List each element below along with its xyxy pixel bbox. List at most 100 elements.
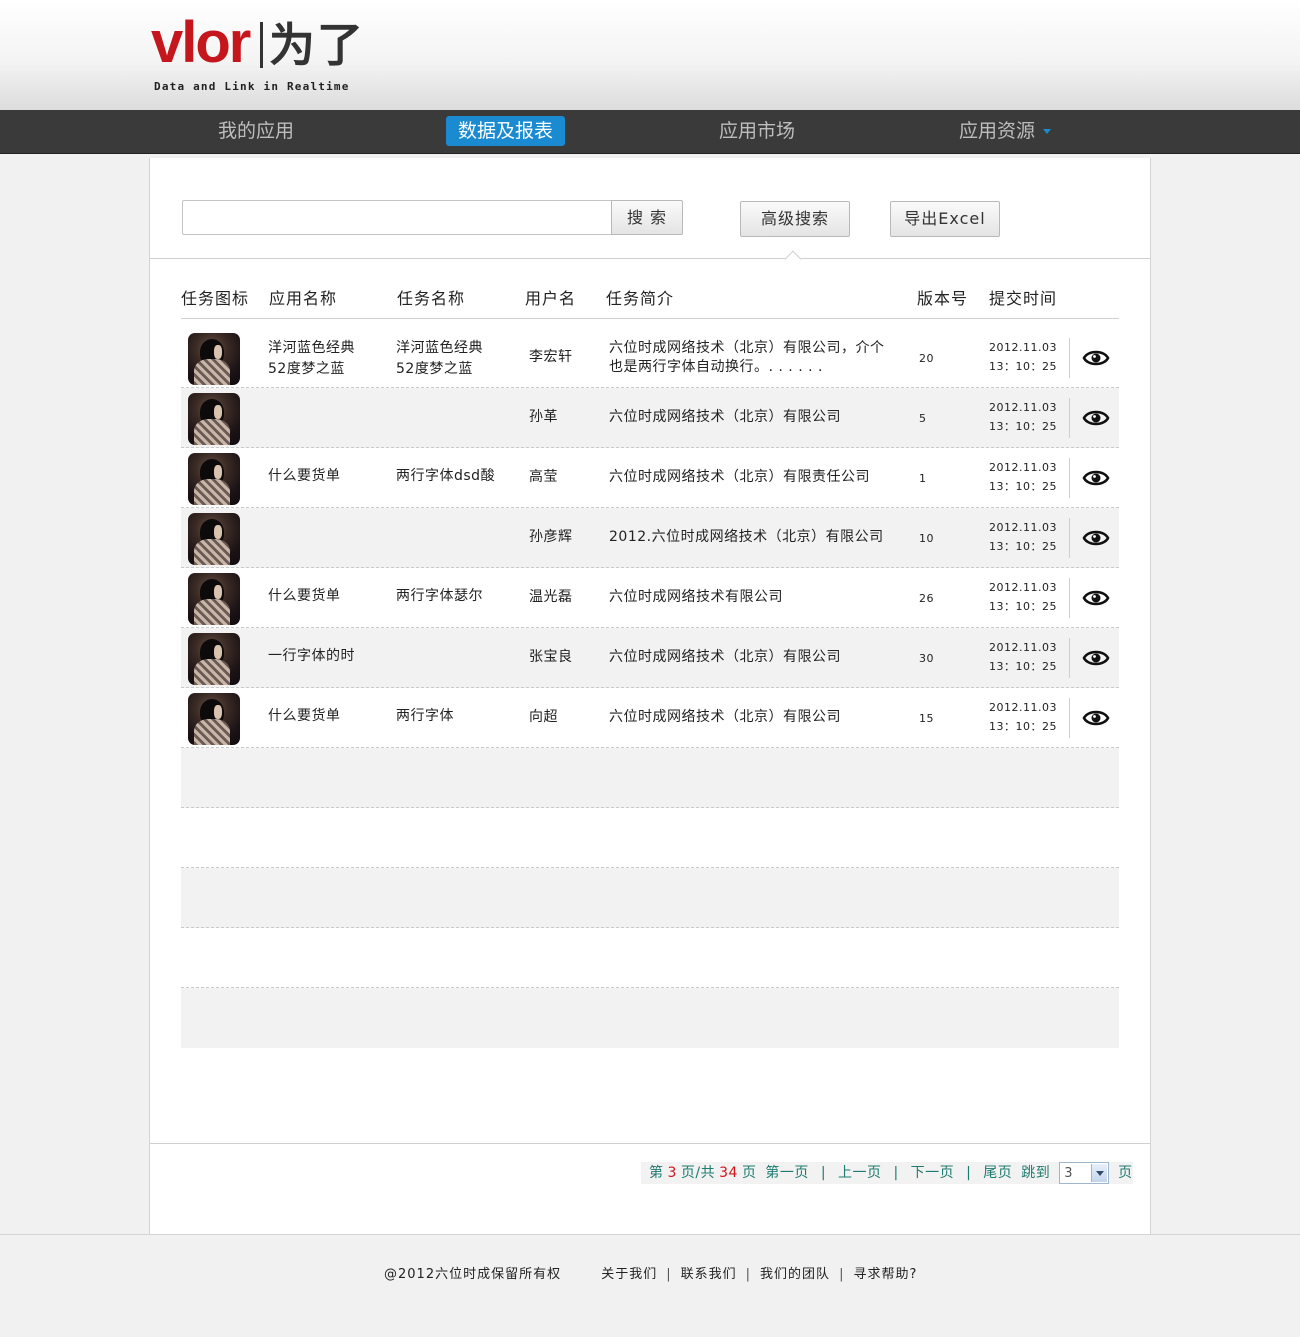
caret-down-icon [1043, 129, 1052, 134]
pager-current: 3 [667, 1165, 677, 1181]
pager-prev-link[interactable]: 上一页 [834, 1165, 886, 1181]
nav-data-reports[interactable]: 数据及报表 [446, 116, 566, 146]
pager-first-link[interactable]: 第一页 [761, 1165, 813, 1181]
app-name: 一行字体的时 [268, 648, 355, 664]
task-intro: 六位时成网络技术（北京）有限责任公司 [609, 469, 870, 485]
table-row[interactable]: 什么要货单 两行字体瑟尔 温光磊 六位时成网络技术有限公司 26 2012.11.03 13… [181, 568, 1119, 628]
username: 向超 [529, 709, 558, 725]
username: 孙彦辉 [529, 529, 573, 545]
task-intro: 六位时成网络技术（北京）有限公司 [609, 649, 841, 665]
username: 李宏轩 [529, 349, 573, 365]
task-name: 两行字体 [396, 708, 454, 724]
username: 高莹 [529, 469, 558, 485]
footer-separator: | [666, 1267, 672, 1282]
nav-label: 应用市场 [719, 120, 796, 142]
empty-table-row [181, 748, 1119, 808]
version-number: 5 [919, 412, 927, 425]
pager-next-link[interactable]: 下一页 [907, 1165, 959, 1181]
table-row[interactable]: 孙彦辉 2012.六位时成网络技术（北京）有限公司 10 2012.11.03 13：1… [181, 508, 1119, 568]
search-input[interactable] [182, 200, 612, 235]
task-thumbnail [188, 333, 240, 385]
task-name: 两行字体dsd酸 [396, 468, 496, 484]
nav-my-apps[interactable]: 我的应用 [218, 116, 294, 146]
table-row[interactable]: 什么要货单 两行字体 向超 六位时成网络技术（北京）有限公司 15 2012.11.03 1… [181, 688, 1119, 748]
row-divider [1069, 578, 1070, 618]
footer-link-help[interactable]: 寻求帮助? [844, 1267, 926, 1282]
pager-separator: | [966, 1165, 972, 1181]
username: 温光磊 [529, 589, 573, 605]
version-number: 20 [919, 352, 934, 365]
pager-jump-suffix: 页 [1118, 1165, 1133, 1181]
row-divider [1069, 518, 1070, 558]
search-button[interactable]: 搜 索 [611, 200, 683, 235]
table-body: 洋河蓝色经典 52度梦之蓝 洋河蓝色经典 52度梦之蓝 李宏轩 六位时成网络技术（北京）有… [181, 328, 1119, 1048]
col-task-name: 任务名称 [397, 289, 466, 308]
row-divider [1069, 338, 1070, 378]
pager-divider [150, 1143, 1150, 1144]
task-intro: 六位时成网络技术（北京）有限公司 [609, 709, 841, 725]
pagination: 第 3 页/共 34 页 第一页 | 上一页 | 下一页 | 尾页 跳到 3 页 [641, 1162, 1133, 1184]
version-number: 1 [919, 472, 927, 485]
table-row[interactable]: 洋河蓝色经典 52度梦之蓝 洋河蓝色经典 52度梦之蓝 李宏轩 六位时成网络技术（北京）有… [181, 328, 1119, 388]
logo-word: vlor [151, 10, 251, 75]
submit-time: 13：10：25 [989, 360, 1057, 373]
submit-time: 13：10：25 [989, 480, 1057, 493]
empty-table-row [181, 988, 1119, 1048]
version-number: 15 [919, 712, 934, 725]
pager-separator: | [820, 1165, 827, 1181]
app-name: 什么要货单 [268, 708, 341, 724]
footer-link-team[interactable]: 我们的团队 [751, 1267, 839, 1282]
logo[interactable]: vlor 为了 Data and Link in Realtime [151, 10, 366, 96]
eye-icon[interactable] [1082, 466, 1110, 490]
submit-date: 2012.11.03 [989, 461, 1057, 474]
task-intro: 2012.六位时成网络技术（北京）有限公司 [609, 529, 884, 545]
table-header: 任务图标 应用名称 任务名称 用户名 任务简介 版本号 提交时间 [181, 280, 1119, 319]
pager-last-link[interactable]: 尾页 [979, 1165, 1016, 1181]
pager-jump-label: 跳到 [1021, 1165, 1051, 1181]
eye-icon[interactable] [1082, 706, 1110, 730]
nav-app-market[interactable]: 应用市场 [719, 116, 795, 146]
row-divider [1069, 698, 1070, 738]
row-divider [1069, 398, 1070, 438]
submit-date: 2012.11.03 [989, 641, 1057, 654]
submit-time: 13：10：25 [989, 420, 1057, 433]
footer-link-contact[interactable]: 联系我们 [672, 1267, 746, 1282]
nav-label: 我的应用 [218, 120, 295, 142]
eye-icon[interactable] [1082, 586, 1110, 610]
nav-app-resources[interactable]: 应用资源 [959, 116, 1052, 146]
footer-link-about[interactable]: 关于我们 [592, 1267, 666, 1282]
task-intro: 也是两行字体自动换行。. . . . . . [609, 359, 823, 375]
version-number: 26 [919, 592, 934, 605]
logo-divider [260, 22, 263, 68]
export-excel-button[interactable]: 导出Excel [890, 201, 1000, 237]
task-thumbnail [188, 633, 240, 685]
dropdown-pointer [784, 250, 802, 268]
empty-table-row [181, 928, 1119, 988]
pager-prefix: 第 [649, 1165, 664, 1181]
chevron-down-icon [1091, 1164, 1108, 1182]
eye-icon[interactable] [1082, 406, 1110, 430]
col-submit-time: 提交时间 [989, 289, 1058, 308]
eye-icon[interactable] [1082, 526, 1110, 550]
submit-date: 2012.11.03 [989, 521, 1057, 534]
nav-label: 应用资源 [959, 120, 1036, 142]
page-jump-select[interactable]: 3 [1059, 1162, 1110, 1184]
task-name: 52度梦之蓝 [396, 361, 473, 377]
eye-icon[interactable] [1082, 346, 1110, 370]
submit-time: 13：10：25 [989, 600, 1057, 613]
col-username: 用户名 [525, 289, 577, 308]
task-intro: 六位时成网络技术（北京）有限公司，介个 [609, 340, 885, 356]
col-version: 版本号 [917, 289, 969, 308]
table-row[interactable]: 一行字体的时 张宝良 六位时成网络技术（北京）有限公司 30 2012.11.03 13：… [181, 628, 1119, 688]
table-row[interactable]: 孙革 六位时成网络技术（北京）有限公司 5 2012.11.03 13：10：25 [181, 388, 1119, 448]
submit-date: 2012.11.03 [989, 581, 1057, 594]
username: 张宝良 [529, 649, 573, 665]
submit-date: 2012.11.03 [989, 701, 1057, 714]
app-name: 52度梦之蓝 [268, 361, 345, 377]
submit-time: 13：10：25 [989, 720, 1057, 733]
task-intro: 六位时成网络技术（北京）有限公司 [609, 409, 841, 425]
footer-links: @2012六位时成保留所有权 关于我们 | 联系我们 | 我们的团队 | 寻求帮助? [384, 1263, 926, 1282]
table-row[interactable]: 什么要货单 两行字体dsd酸 高莹 六位时成网络技术（北京）有限责任公司 1 2012.1… [181, 448, 1119, 508]
advanced-search-button[interactable]: 高级搜索 [740, 201, 850, 237]
eye-icon[interactable] [1082, 646, 1110, 670]
